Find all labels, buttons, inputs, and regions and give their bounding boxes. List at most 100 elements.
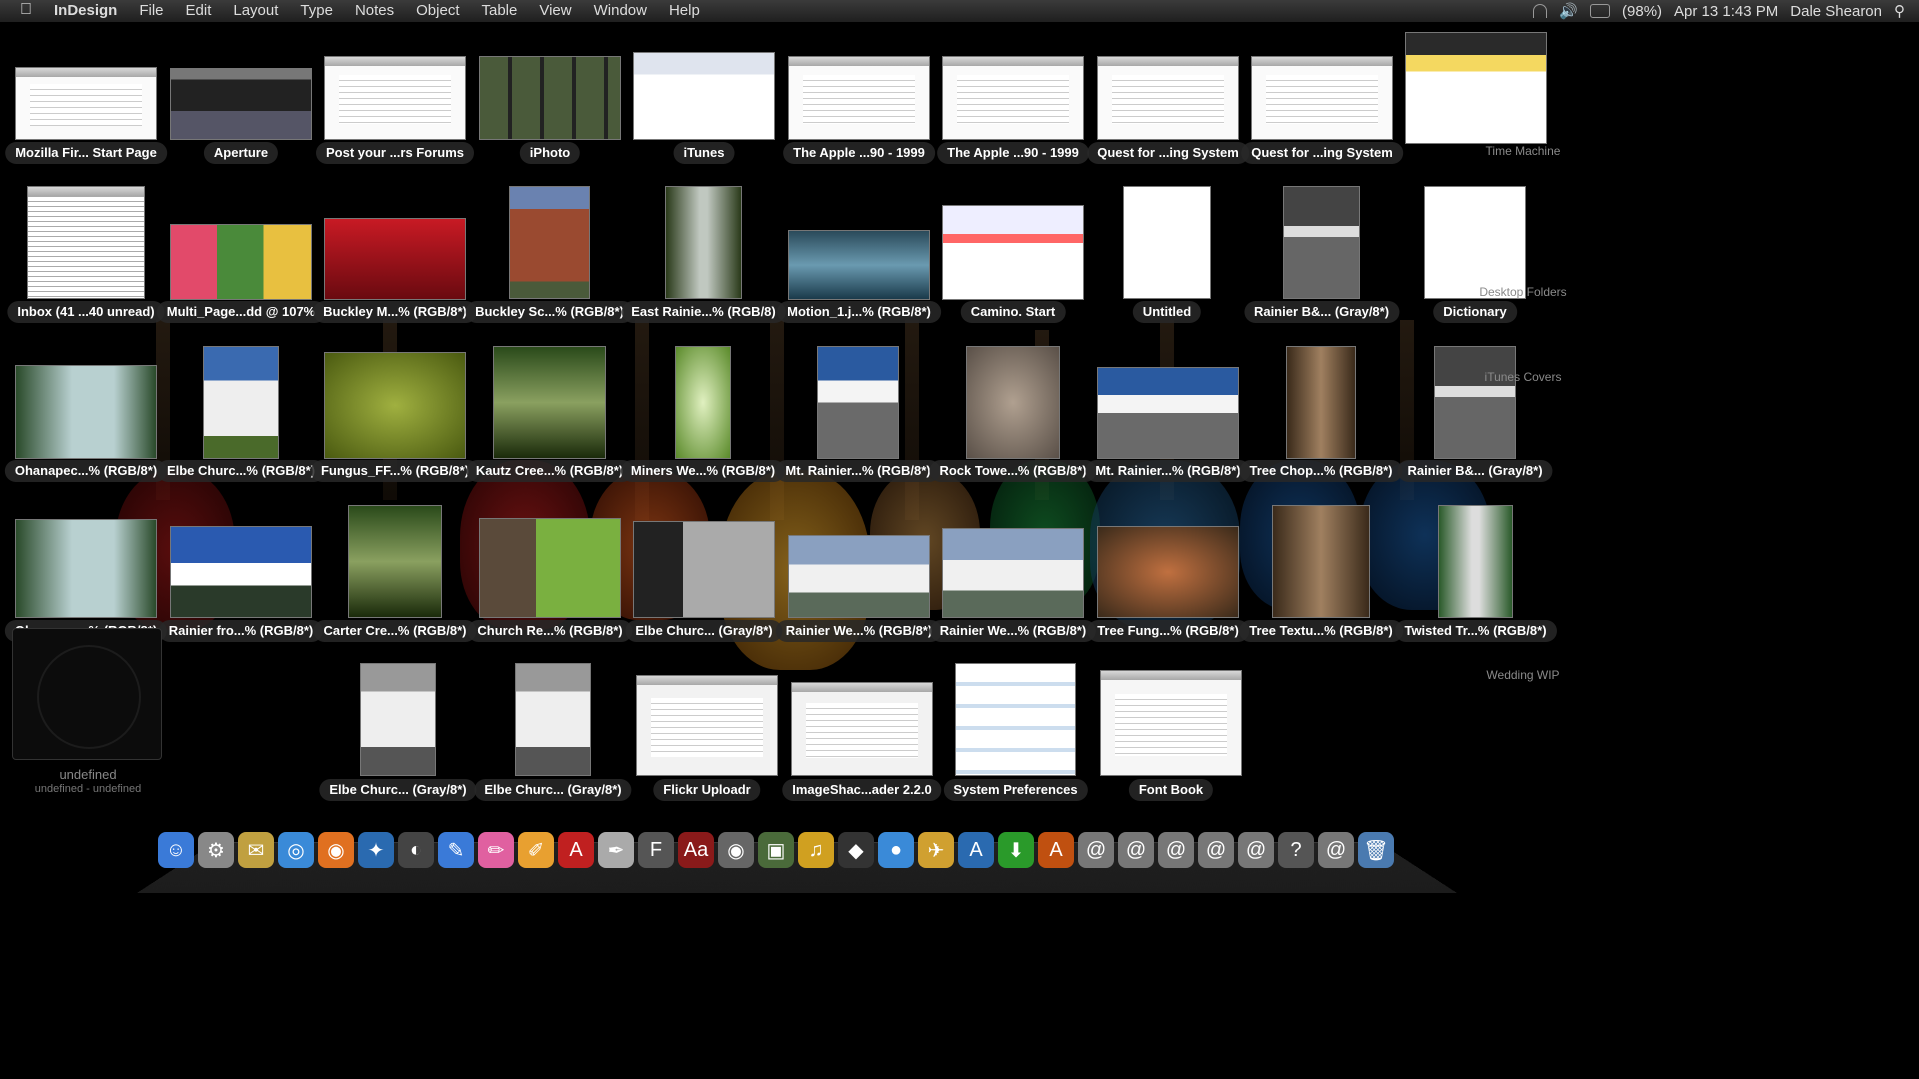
window-thumbnail[interactable] [1097, 526, 1239, 618]
window-thumbnail[interactable] [170, 224, 312, 300]
menu-table[interactable]: Table [482, 2, 518, 19]
window-thumbnail[interactable] [27, 186, 145, 299]
window-thumbnail[interactable] [170, 526, 312, 618]
dock-icon-script-editor[interactable]: ✒ [598, 832, 634, 868]
dock-icon-aperture[interactable]: ◐ [398, 832, 434, 868]
dock-icon-stack[interactable]: @ [1078, 832, 1114, 868]
window-thumbnail[interactable] [1251, 56, 1393, 140]
menu-window[interactable]: Window [594, 2, 647, 19]
window-thumbnail[interactable] [1405, 32, 1547, 144]
wifi-icon[interactable] [1533, 4, 1548, 18]
menu-app-name[interactable]: InDesign [54, 2, 117, 19]
menu-help[interactable]: Help [669, 2, 700, 19]
window-thumbnail[interactable] [636, 675, 778, 776]
window-thumbnail[interactable] [515, 663, 591, 776]
window-thumbnail[interactable] [942, 205, 1084, 300]
window-thumbnail[interactable] [791, 682, 933, 776]
window-thumbnail[interactable] [1100, 670, 1242, 776]
window-thumbnail[interactable] [15, 519, 157, 618]
dock-icon-applications[interactable]: A [1038, 832, 1074, 868]
window-thumbnail[interactable] [479, 56, 621, 140]
dock-icon-iphoto[interactable]: ▣ [758, 832, 794, 868]
window-thumbnail[interactable] [966, 346, 1060, 459]
clock[interactable]: Apr 13 1:43 PM [1674, 3, 1778, 20]
spotlight-icon[interactable]: ⚲ [1894, 2, 1905, 20]
window-thumbnail[interactable] [15, 365, 157, 459]
dock-icon-stack[interactable]: @ [1238, 832, 1274, 868]
dock-icon-coda[interactable]: ✎ [438, 832, 474, 868]
window-thumbnail[interactable] [1286, 346, 1356, 459]
dock-icon-finder[interactable]: ☺ [158, 832, 194, 868]
dock-icon-flickr[interactable]: ● [878, 832, 914, 868]
dock-icon-dictionary[interactable]: Aa [678, 832, 714, 868]
dock-icon-help[interactable]: ? [1278, 832, 1314, 868]
window-thumbnail[interactable] [324, 218, 466, 300]
window-thumbnail[interactable] [324, 352, 466, 459]
window-thumbnail[interactable] [817, 346, 899, 459]
dock-icon-fontexplorer[interactable]: F [638, 832, 674, 868]
window-thumbnail[interactable] [942, 528, 1084, 618]
battery-icon[interactable] [1590, 4, 1611, 18]
desktop-item-label[interactable]: Desktop Folders [1478, 285, 1568, 299]
dock-icon-camino[interactable]: ✦ [358, 832, 394, 868]
desktop-item-label[interactable]: Time Machine [1478, 144, 1568, 158]
dock-icon-preview[interactable]: ✈ [918, 832, 954, 868]
user-name[interactable]: Dale Shearon [1790, 3, 1882, 20]
menu-type[interactable]: Type [300, 2, 333, 19]
menu-object[interactable]: Object [416, 2, 459, 19]
window-thumbnail[interactable] [1434, 346, 1516, 459]
window-thumbnail[interactable] [509, 186, 590, 299]
undefined-window[interactable] [12, 628, 162, 760]
apple-menu-icon[interactable]:  [20, 1, 36, 19]
menu-layout[interactable]: Layout [233, 2, 278, 19]
window-thumbnail[interactable] [1097, 367, 1239, 459]
window-thumbnail[interactable] [203, 346, 279, 459]
menu-edit[interactable]: Edit [186, 2, 212, 19]
dock-icon-acrobat[interactable]: A [558, 832, 594, 868]
dock-icon-firefox[interactable]: ◉ [318, 832, 354, 868]
window-thumbnail[interactable] [493, 346, 606, 459]
dock-icon-trash[interactable]: 🗑 [1358, 832, 1394, 868]
window-thumbnail[interactable] [665, 186, 742, 299]
dock-icon-stack[interactable]: @ [1198, 832, 1234, 868]
window-thumbnail[interactable] [788, 56, 930, 140]
window-thumbnail[interactable] [1424, 186, 1526, 299]
dock-icon-pages[interactable]: ✐ [518, 832, 554, 868]
window-thumbnail[interactable] [1123, 186, 1211, 299]
menu-notes[interactable]: Notes [355, 2, 394, 19]
window-thumbnail[interactable] [1272, 505, 1370, 618]
window-thumbnail[interactable] [788, 230, 930, 300]
desktop-item-label[interactable]: iTunes Covers [1478, 370, 1568, 384]
window-thumbnail[interactable] [348, 505, 442, 618]
dock-icon-downloads[interactable]: ⬇ [998, 832, 1034, 868]
window-thumbnail[interactable] [479, 518, 621, 618]
menu-file[interactable]: File [139, 2, 163, 19]
window-thumbnail[interactable] [1097, 56, 1239, 140]
dock-icon-photo-booth[interactable]: ◉ [718, 832, 754, 868]
dock-icon-stack[interactable]: @ [1118, 832, 1154, 868]
dock-icon-itunes[interactable]: ♫ [798, 832, 834, 868]
desktop-item-label[interactable]: Wedding WIP [1478, 668, 1568, 682]
window-thumbnail[interactable] [955, 663, 1076, 776]
window-thumbnail[interactable] [15, 67, 157, 140]
window-thumbnail[interactable] [1438, 505, 1513, 618]
dock-icon-safari[interactable]: ◎ [278, 832, 314, 868]
dock-icon-stack[interactable]: @ [1158, 832, 1194, 868]
dock-icon-mail[interactable]: ✉ [238, 832, 274, 868]
window-thumbnail[interactable] [324, 56, 466, 140]
window-thumbnail[interactable] [633, 521, 775, 618]
window-thumbnail[interactable] [633, 52, 775, 140]
window-thumbnail[interactable] [675, 346, 731, 459]
dock-icon-adobe[interactable]: ◆ [838, 832, 874, 868]
window-thumbnail[interactable] [360, 663, 436, 776]
window-thumbnail[interactable] [788, 535, 930, 618]
volume-icon[interactable]: 🔊 [1559, 2, 1578, 20]
dock-icon-textedit[interactable]: ✏ [478, 832, 514, 868]
dock-icon-stack[interactable]: @ [1318, 832, 1354, 868]
window-thumbnail[interactable] [942, 56, 1084, 140]
dock-icon-system-preferences[interactable]: ⚙ [198, 832, 234, 868]
battery-percent[interactable]: (98%) [1622, 3, 1662, 20]
menu-view[interactable]: View [539, 2, 571, 19]
window-thumbnail[interactable] [170, 68, 312, 140]
dock-icon-app-store[interactable]: A [958, 832, 994, 868]
